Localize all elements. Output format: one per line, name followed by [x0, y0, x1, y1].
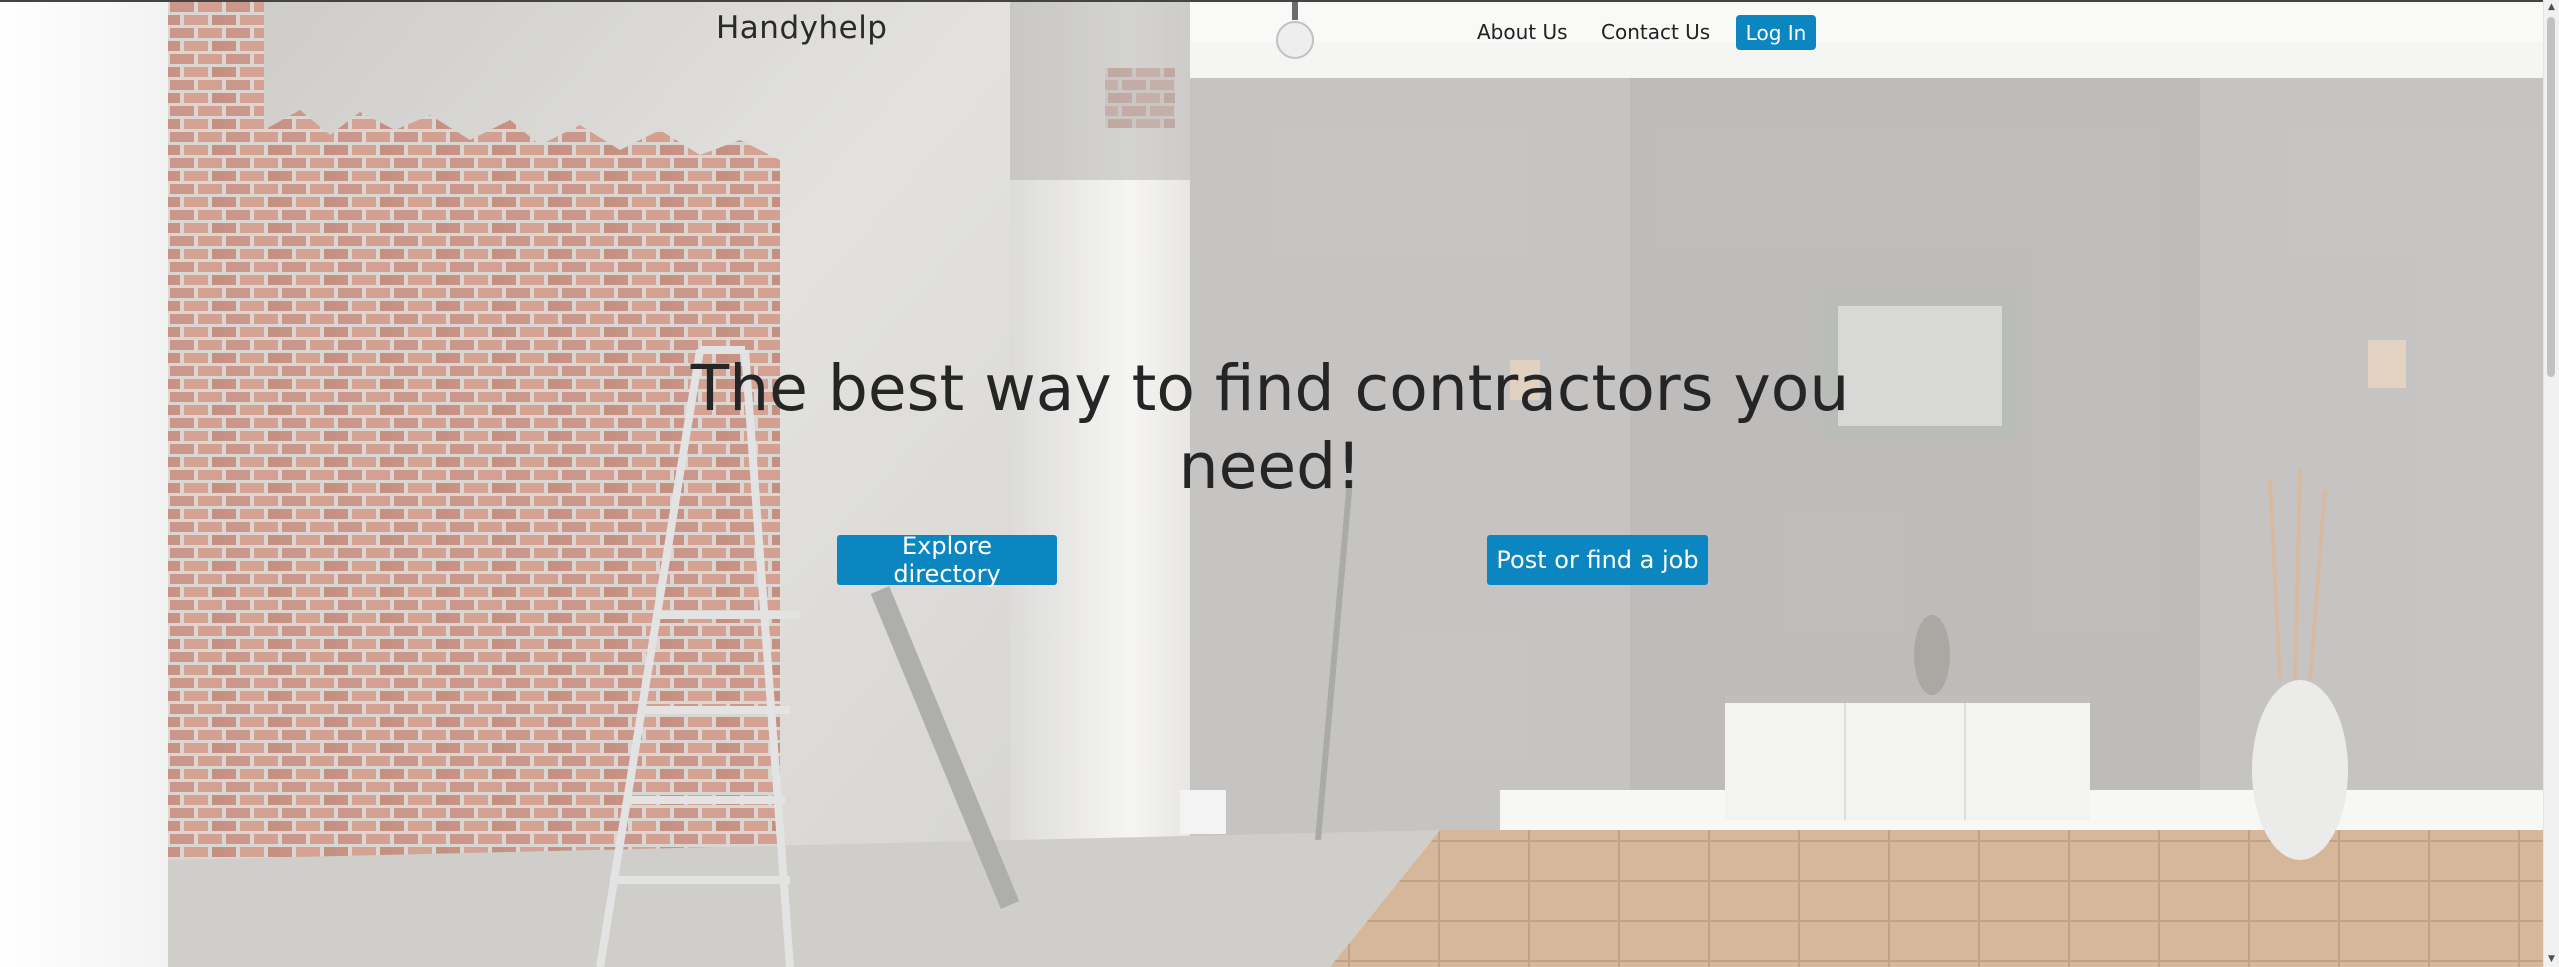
scrollbar-thumb[interactable] — [2547, 17, 2555, 377]
nav-link-about-us[interactable]: About Us — [1477, 20, 1568, 44]
post-or-find-job-button[interactable]: Post or find a job — [1487, 535, 1708, 585]
scroll-up-arrow-icon[interactable]: ▲ — [2544, 0, 2559, 15]
nav-link-contact-us[interactable]: Contact Us — [1601, 20, 1710, 44]
explore-directory-button[interactable]: Explore directory — [837, 532, 1057, 588]
login-button[interactable]: Log In — [1736, 15, 1816, 50]
hero-title: The best way to find contractors you nee… — [690, 352, 1850, 503]
vertical-scrollbar[interactable]: ▲ ▼ — [2543, 0, 2559, 967]
navbar: Handyhelp About Us Contact Us Log In — [0, 0, 2544, 66]
scroll-down-arrow-icon[interactable]: ▼ — [2544, 952, 2559, 967]
brand-logo-link[interactable]: Handyhelp — [716, 10, 888, 46]
page: Handyhelp About Us Contact Us Log In The… — [0, 0, 2559, 967]
